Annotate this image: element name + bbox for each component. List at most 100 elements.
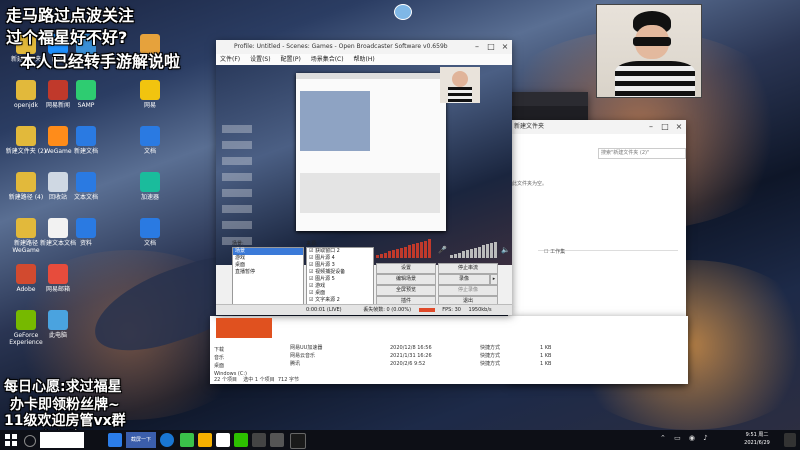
meter-bar	[400, 247, 403, 258]
nav-item-desktop[interactable]: 桌面	[214, 362, 247, 370]
menu-settings[interactable]: 设置(S)	[250, 56, 271, 63]
obs-preview[interactable]	[216, 65, 512, 265]
sources-list[interactable]: ☑ 获取窗口 2 ☑ 图片源 4 ☑ 图片源 3 ☑ 视频捕捉设备 ☑ 图片源 5 ☑ 游…	[306, 247, 374, 307]
desktop-icon[interactable]: 文档	[128, 126, 172, 155]
source-item[interactable]: ☑ 游戏	[307, 283, 373, 290]
source-item[interactable]: ☑ 视频捕捉设备	[307, 269, 373, 276]
microphone-icon[interactable]: 🎤	[438, 246, 447, 254]
folder-icon[interactable]	[198, 433, 212, 447]
file-cell: 网易UU加速器	[290, 345, 323, 351]
search-icon[interactable]	[24, 435, 36, 447]
file-row[interactable]: 网易云音乐 2021/1/31 16:26 快捷方式 1 KB	[290, 352, 570, 360]
meter-bar	[420, 241, 423, 258]
nav-item-music[interactable]: 音乐	[214, 354, 247, 362]
file-cell: 2020/12/8 16:56	[390, 345, 432, 351]
desktop-icon-label: 网易	[143, 102, 156, 109]
wechat-icon[interactable]	[234, 433, 248, 447]
edit-scene-button[interactable]: 编辑场景	[376, 274, 436, 285]
desktop-icon[interactable]: 网易邮箱	[36, 264, 80, 293]
clock[interactable]: 9:51 周二 2021/6/29	[732, 431, 782, 447]
desktop-icon[interactable]: 加速器	[128, 172, 172, 201]
app-icon	[140, 172, 160, 192]
source-item[interactable]: ☑ 获取窗口 2	[307, 248, 373, 255]
desktop-icon[interactable]: 文本文档	[64, 172, 108, 201]
source-item[interactable]: ☑ 文字来源 2	[307, 297, 373, 304]
fullscreen-preview-button[interactable]: 全屏预览	[376, 285, 436, 296]
explorer-taskbar-icon[interactable]	[108, 433, 122, 447]
app-icon	[16, 218, 36, 238]
nav-item-downloads[interactable]: 下载	[214, 346, 247, 354]
record-dropdown[interactable]: ▸	[490, 274, 498, 285]
speaker-icon[interactable]: 🔈	[501, 246, 510, 254]
obs-taskbar-icon[interactable]	[290, 433, 306, 449]
desktop-volume-meter[interactable]	[450, 240, 500, 258]
close-icon[interactable]: ×	[498, 40, 512, 54]
file-cell: 快捷方式	[480, 345, 501, 351]
close-icon[interactable]: ×	[672, 120, 686, 134]
app-thumbnail[interactable]	[216, 318, 272, 338]
overlay-bottom-1: 每日心愿:求过福星	[4, 379, 122, 395]
clock-time: 9:51 周二	[745, 432, 769, 438]
app-icon	[76, 218, 96, 238]
desktop-icon[interactable]: 新建文档	[64, 126, 108, 155]
bitrate-readout: 1950kb/s	[468, 307, 492, 313]
desktop-icon[interactable]: 资料	[64, 218, 108, 247]
obs-window[interactable]: Profile: Untitled - Scenes: Games - Open…	[216, 40, 512, 315]
start-icon[interactable]	[4, 433, 18, 447]
workset-checkbox[interactable]: ☐ 工作集	[544, 248, 565, 255]
meter-bar	[474, 247, 477, 258]
source-item[interactable]: ☑ 图片源 4	[307, 255, 373, 262]
source-item[interactable]: ☑ 图片源 3	[307, 262, 373, 269]
app-icon	[16, 264, 36, 284]
scene-item[interactable]: 游戏	[233, 255, 303, 262]
overlay-bottom-highlight	[40, 432, 84, 448]
mic-volume-meter[interactable]	[376, 239, 436, 258]
scenes-list[interactable]: 场景 游戏 桌面 直播暂停	[232, 247, 304, 307]
minimize-icon[interactable]: –	[644, 120, 658, 134]
taskbar: 截屏一下 ⌃ ▭ ◉ ♪ 9:51 周二 2021/6/29	[0, 430, 800, 450]
scene-item[interactable]: 场景	[233, 248, 303, 255]
explorer-title: 新建文件夹	[514, 123, 545, 130]
app-icon[interactable]	[216, 433, 230, 447]
stop-record-button[interactable]: 停止录像	[438, 285, 498, 296]
meter-bar	[486, 244, 489, 258]
edge-icon[interactable]	[160, 433, 174, 447]
app-icon	[16, 80, 36, 100]
notifications-icon[interactable]	[784, 433, 796, 447]
source-item[interactable]: ☑ 桌面	[307, 290, 373, 297]
desktop-icon[interactable]: 此电脑	[36, 310, 80, 339]
file-row[interactable]: 网易UU加速器 2020/12/8 16:56 快捷方式 1 KB	[290, 344, 570, 352]
desktop-icon[interactable]: SAMP	[64, 80, 108, 109]
minimize-icon[interactable]: –	[470, 40, 484, 54]
file-row[interactable]: 腾讯 2020/2/6 9:52 快捷方式 1 KB	[290, 360, 570, 368]
menu-help[interactable]: 帮助(H)	[354, 56, 375, 63]
maximize-icon[interactable]: □	[658, 120, 672, 134]
settings-button[interactable]: 设置	[376, 263, 436, 274]
stop-stream-button[interactable]: 停止串流	[438, 263, 498, 274]
explorer-file-pane[interactable]: 下载 音乐 桌面 Windows (C:) 网易UU加速器 2020/12/8 1…	[210, 316, 688, 384]
meter-bar	[494, 241, 497, 258]
file-cell: 快捷方式	[480, 353, 501, 359]
system-tray[interactable]: ⌃ ▭ ◉ ♪	[660, 434, 720, 446]
explorer-status: 22 个项目 选中 1 个项目 712 字节	[214, 377, 299, 383]
search-input[interactable]: 搜索"新建文件夹 (2)"	[598, 148, 686, 159]
meter-bar	[454, 253, 457, 258]
app-icon[interactable]	[270, 433, 284, 447]
file-cell: 快捷方式	[480, 361, 501, 367]
maximize-icon[interactable]: □	[484, 40, 498, 54]
scene-item[interactable]: 桌面	[233, 262, 303, 269]
scene-item[interactable]: 直播暂停	[233, 269, 303, 276]
meter-bar	[408, 245, 411, 258]
desktop-icon[interactable]: 网易	[128, 80, 172, 109]
record-button[interactable]: 录像	[438, 274, 490, 285]
store-icon[interactable]	[180, 433, 194, 447]
audio-meters: 🎤 🔈	[376, 239, 510, 260]
source-item[interactable]: ☑ 图片源 5	[307, 276, 373, 283]
menu-scene-collection[interactable]: 场景集合(C)	[311, 56, 344, 63]
desktop-icon[interactable]: 文档	[128, 218, 172, 247]
file-cell: 腾讯	[290, 361, 301, 367]
menu-profile[interactable]: 配置(P)	[280, 56, 300, 63]
menu-file[interactable]: 文件(F)	[220, 56, 240, 63]
app-icon[interactable]	[252, 433, 266, 447]
active-task-button[interactable]: 截屏一下	[126, 432, 156, 448]
